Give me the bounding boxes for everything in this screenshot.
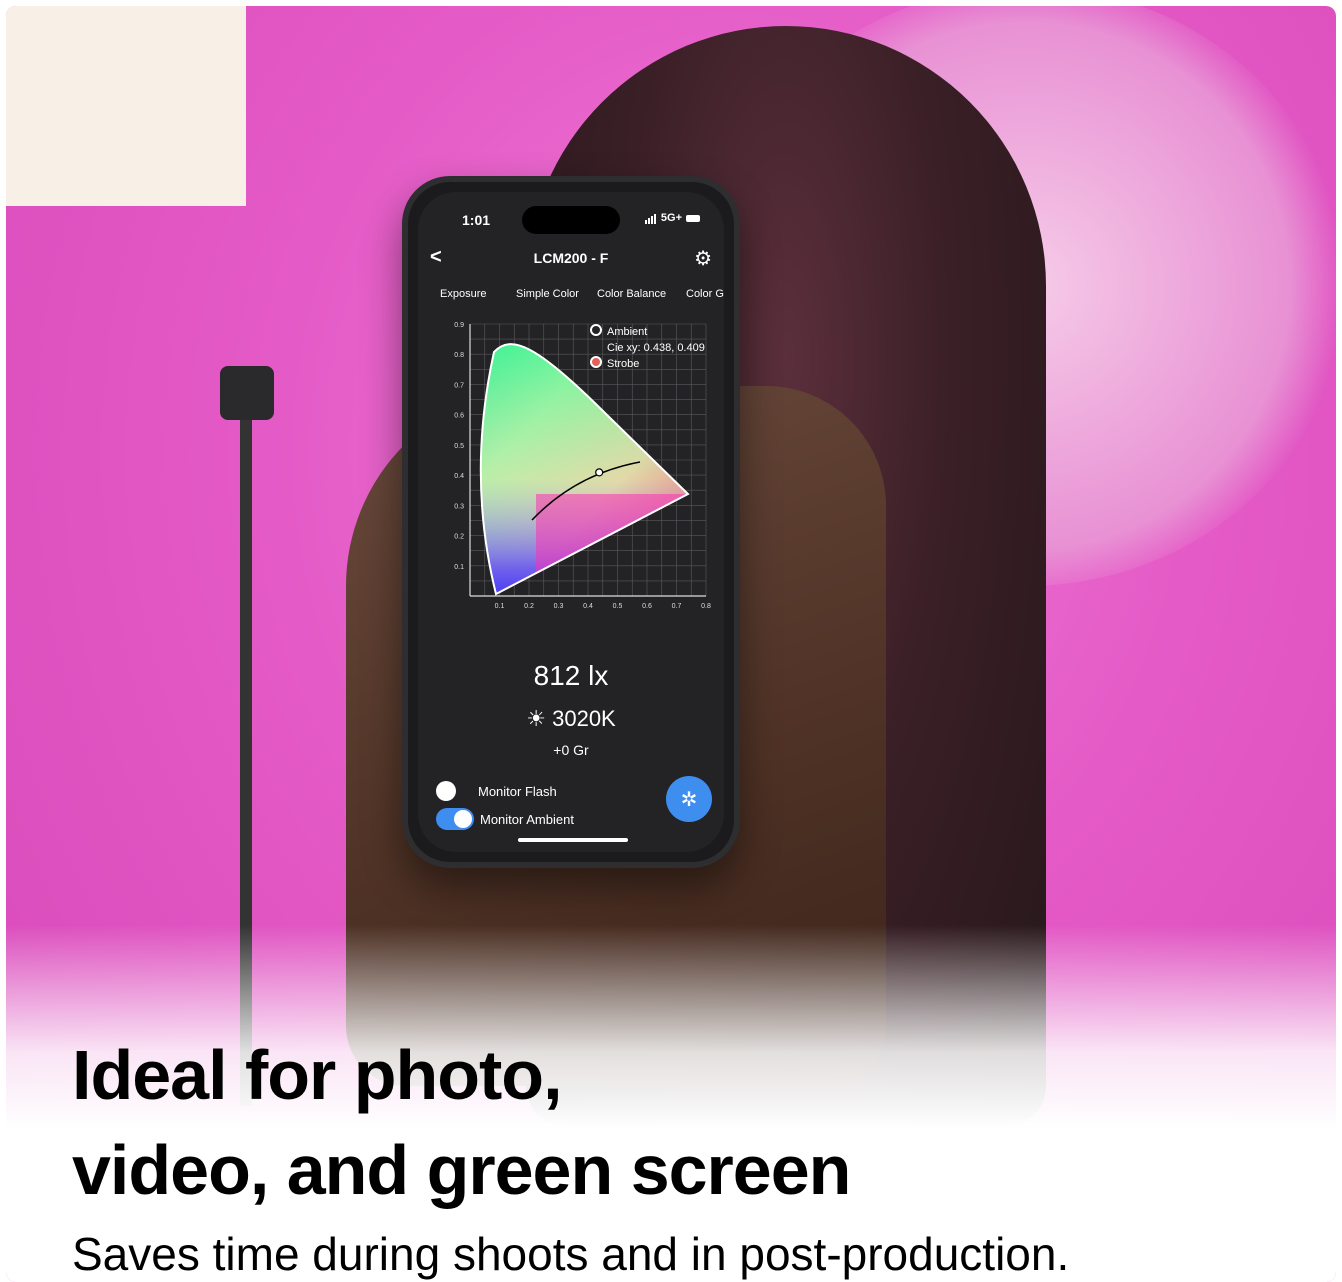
monitor-flash-toggle[interactable]: Monitor Flash [436, 780, 557, 802]
cct-value: 3020K [552, 706, 616, 731]
gear-icon[interactable]: ⚙ [694, 246, 712, 271]
y-tick-label: 0.7 [454, 382, 464, 389]
dynamic-island [522, 206, 620, 234]
tint-readout: +0 Gr [553, 742, 589, 758]
y-tick-label: 0.2 [454, 534, 464, 541]
phone-screen: 1:01 5G+ < LCM200 - F ⚙ Exposure Simple … [418, 192, 724, 852]
headline: Ideal for photo, video, and green screen [72, 1028, 851, 1218]
y-tick-label: 0.9 [454, 322, 464, 329]
monitor-flash-label: Monitor Flash [478, 783, 557, 799]
app-nav: < LCM200 - F ⚙ [418, 244, 724, 274]
shutter-button[interactable]: ✲ [666, 776, 712, 822]
x-tick-label: 0.5 [613, 603, 623, 610]
headline-line-1: Ideal for photo, [72, 1036, 563, 1114]
x-tick-label: 0.2 [524, 603, 534, 610]
cct-readout: ☀ 3020K [418, 706, 724, 732]
y-tick-label: 0.4 [454, 473, 464, 480]
y-tick-label: 0.6 [454, 413, 464, 420]
ambient-switch[interactable] [436, 808, 474, 830]
flash-toggle-knob[interactable] [436, 781, 456, 801]
shutter-icon: ✲ [680, 788, 698, 811]
legend-ambient-label: Ambient [607, 326, 648, 338]
tab-color-balance[interactable]: Color Balance [597, 288, 666, 300]
y-tick-label: 0.8 [454, 352, 464, 359]
y-tick-label: 0.1 [454, 564, 464, 571]
legend-strobe: Strobe [590, 356, 705, 372]
status-indicators: 5G+ [644, 212, 700, 224]
legend-ambient: Ambient [590, 324, 705, 340]
promo-page: 1:01 5G+ < LCM200 - F ⚙ Exposure Simple … [0, 0, 1342, 1282]
phone: 1:01 5G+ < LCM200 - F ⚙ Exposure Simple … [402, 176, 740, 868]
x-tick-label: 0.8 [701, 603, 711, 610]
x-tick-label: 0.7 [672, 603, 682, 610]
x-tick-label: 0.1 [495, 603, 505, 610]
monitor-ambient-label: Monitor Ambient [480, 811, 574, 827]
y-tick-label: 0.3 [454, 503, 464, 510]
x-tick-label: 0.3 [554, 603, 564, 610]
legend-strobe-label: Strobe [607, 358, 640, 370]
battery-icon [686, 214, 700, 222]
subheadline: Saves time during shoots and in post-pro… [72, 1228, 1070, 1280]
ambient-dot [590, 324, 602, 336]
home-indicator [518, 838, 628, 842]
x-tick-label: 0.6 [642, 603, 652, 610]
tab-exposure[interactable]: Exposure [440, 288, 486, 300]
headline-line-2: video, and green screen [72, 1131, 851, 1209]
tab-simple-color[interactable]: Simple Color [516, 288, 579, 300]
tab-color-gr[interactable]: Color Gr [686, 288, 724, 300]
x-tick-label: 0.4 [583, 603, 593, 610]
signal-icon [644, 212, 657, 224]
y-tick-label: 0.5 [454, 443, 464, 450]
monitor-ambient-toggle[interactable]: Monitor Ambient [436, 808, 574, 830]
status-time: 1:01 [462, 212, 491, 228]
ambient-point [595, 468, 604, 477]
network-label: 5G+ [660, 212, 682, 224]
chart-points [595, 468, 604, 477]
device-title: LCM200 - F [533, 250, 609, 266]
chart-legend: Ambient Cie xy: 0.438, 0.409 Strobe [590, 324, 705, 372]
tab-bar: Exposure Simple Color Color Balance Colo… [418, 284, 724, 306]
sun-icon: ☀ [526, 706, 553, 731]
legend-cie-value: Cie xy: 0.438, 0.409 [607, 342, 705, 354]
strobe-dot [590, 356, 602, 368]
lux-readout: 812 lx [533, 660, 609, 691]
